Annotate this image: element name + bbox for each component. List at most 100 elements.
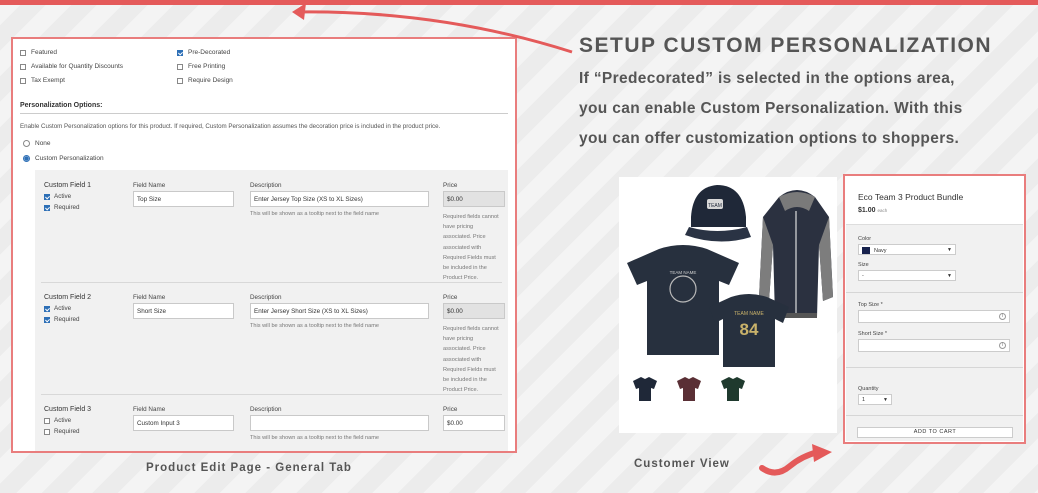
options-divider [846,292,1023,293]
product-options: Color Navy ▼ Size - ▼ Top Size * i Short… [846,225,1023,441]
short-size-label: Short Size * [858,331,888,337]
cap-image: TEAM [685,185,751,242]
headline-line-3: you can offer customization options to s… [579,130,960,147]
description-input[interactable]: Enter Jersey Top Size (XS to XL Sizes) [250,191,429,207]
jersey-image: TEAM NAME 84 [709,294,789,367]
field-name-label: Field Name [133,294,166,301]
active-label: Active [54,305,72,312]
quantity-discounts-checkbox[interactable] [20,63,26,70]
short-size-input[interactable]: i [858,339,1010,352]
radio-custom-personalization[interactable] [23,155,30,162]
tax-exempt-checkbox[interactable] [20,77,26,84]
headline-line-2: you can enable Custom Personalization. W… [579,100,963,117]
price-input[interactable]: $0.00 [443,191,505,207]
tooltip-hint: This will be shown as a tooltip next to … [250,211,380,217]
field-name-input[interactable]: Short Size [133,303,234,319]
custom-field-2: Custom Field 2 Active Required Field Nam… [35,282,508,394]
navy-swatch [862,247,870,254]
options-divider [846,415,1023,416]
active-checkbox[interactable] [44,305,50,312]
customer-view-panel: Eco Team 3 Product Bundle $1.00 each Col… [843,174,1026,444]
radio-custom-label: Custom Personalization [35,155,104,162]
active-option[interactable]: Active [44,417,71,424]
featured-checkbox[interactable] [20,49,26,56]
info-icon[interactable]: i [999,313,1006,320]
required-checkbox[interactable] [44,316,50,323]
add-to-cart-button[interactable]: ADD TO CART [857,427,1013,438]
pre-decorated-checkbox[interactable] [177,49,183,56]
quantity-label: Quantity [858,386,879,392]
free-printing-label: Free Printing [188,63,226,70]
customer-caption: Customer View [634,458,730,470]
custom-field-title: Custom Field 1 [44,182,92,189]
free-printing-checkbox[interactable] [177,63,183,70]
product-illustration: TEAM TEAM NAME TEAM NAME 84 [627,185,833,403]
required-option[interactable]: Required [44,428,80,435]
custom-field-1: Custom Field 1 Active Required Field Nam… [35,170,508,282]
required-checkbox[interactable] [44,428,50,435]
price-input[interactable]: $0.00 [443,415,505,431]
radio-custom-option[interactable]: Custom Personalization [23,155,104,162]
product-bundle-photo: TEAM TEAM NAME TEAM NAME 84 [619,177,837,433]
pre-decorated-option[interactable]: Pre-Decorated [177,49,230,56]
require-design-option[interactable]: Require Design [177,77,233,84]
top-size-input[interactable]: i [858,310,1010,323]
field-name-label: Field Name [133,182,166,189]
info-icon[interactable]: i [999,342,1006,349]
require-design-checkbox[interactable] [177,77,183,84]
custom-field-title: Custom Field 3 [44,406,92,413]
product-edit-panel: Featured Available for Quantity Discount… [11,37,517,453]
required-checkbox[interactable] [44,204,50,211]
customer-arrow-icon [759,449,821,476]
description-label: Description [250,406,282,413]
section-divider [20,113,508,114]
active-option[interactable]: Active [44,305,71,312]
price-input[interactable]: $0.00 [443,303,505,319]
radio-none[interactable] [23,140,30,147]
field-name-input[interactable]: Custom Input 3 [133,415,234,431]
required-option[interactable]: Required [44,204,80,211]
headline-title: SETUP CUSTOM PERSONALIZATION [579,34,993,57]
size-label: Size [858,262,869,268]
chevron-down-icon: ▼ [883,397,888,403]
price-label: Price [443,182,458,189]
active-option[interactable]: Active [44,193,71,200]
custom-fields-container: Custom Field 1 Active Required Field Nam… [35,170,508,451]
description-label: Description [250,182,282,189]
required-option[interactable]: Required [44,316,80,323]
description-label: Description [250,294,282,301]
customer-arrow-head-icon [812,444,832,462]
active-label: Active [54,193,72,200]
description-input[interactable]: Enter Jersey Short Size (XS to XL Sizes) [250,303,429,319]
color-variant-thumbnails [631,373,749,403]
required-label: Required [54,316,80,323]
quantity-discounts-option[interactable]: Available for Quantity Discounts [20,63,123,70]
free-printing-option[interactable]: Free Printing [177,63,225,70]
tax-exempt-option[interactable]: Tax Exempt [20,77,65,84]
field-name-input[interactable]: Top Size [133,191,234,207]
jersey-name-text: TEAM NAME [734,311,764,317]
top-accent-bar [0,0,1038,5]
active-checkbox[interactable] [44,417,50,424]
required-label: Required [54,428,80,435]
radio-none-option[interactable]: None [23,140,51,147]
cap-patch-text: TEAM [708,203,722,209]
personalization-options-title: Personalization Options: [20,102,103,109]
featured-option[interactable]: Featured [20,49,57,56]
active-label: Active [54,417,72,424]
size-select[interactable]: - ▼ [858,270,956,281]
product-name: Eco Team 3 Product Bundle [858,192,964,202]
field-name-label: Field Name [133,406,166,413]
color-select[interactable]: Navy ▼ [858,244,956,255]
price-label: Price [443,294,458,301]
description-input[interactable] [250,415,429,431]
quantity-select[interactable]: 1 ▼ [858,394,892,405]
personalization-description: Enable Custom Personalization options fo… [20,123,441,130]
active-checkbox[interactable] [44,193,50,200]
headline-line-1: If “Predecorated” is selected in the opt… [579,70,955,87]
tshirt-image: TEAM NAME [627,245,739,355]
top-size-label: Top Size * [858,302,883,308]
product-price: $1.00 each [858,207,888,214]
chevron-down-icon: ▼ [947,247,952,253]
radio-none-label: None [35,140,51,147]
